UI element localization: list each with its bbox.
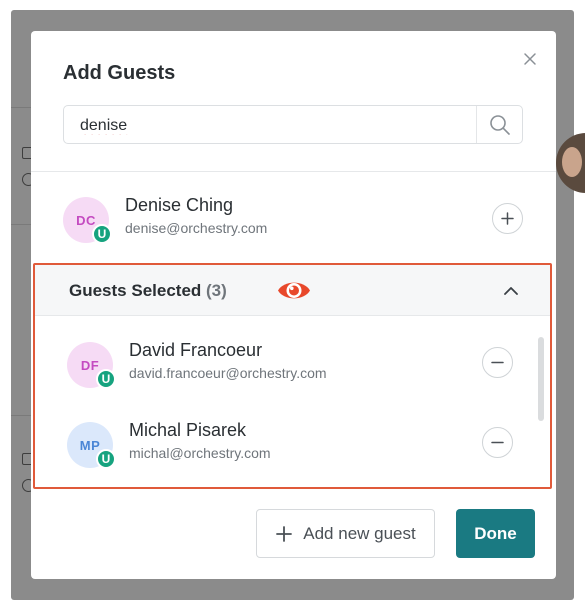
- background-divider: [11, 415, 31, 416]
- divider: [31, 171, 556, 172]
- guests-selected-count: (3): [206, 281, 227, 300]
- eye-icon: [278, 282, 310, 299]
- user-type-badge: U: [96, 449, 116, 469]
- guests-selected-header[interactable]: Guests Selected (3): [35, 265, 550, 316]
- guest-name: Michal Pisarek: [129, 420, 247, 440]
- selected-guest-item: MP U Michal Pisarek michal@orchestry.com: [35, 420, 550, 486]
- dialog-title: Add Guests: [63, 62, 176, 84]
- minus-icon: [491, 441, 504, 444]
- background-divider: [11, 224, 31, 225]
- search-input[interactable]: [80, 115, 460, 137]
- search-result-item: DC U Denise Ching denise@orchestry.com: [31, 195, 556, 261]
- remove-guest-button[interactable]: [482, 427, 513, 458]
- plus-icon: [276, 525, 293, 542]
- add-new-guest-button[interactable]: Add new guest: [256, 509, 435, 558]
- scrollbar[interactable]: [538, 337, 544, 421]
- search-box: [63, 105, 523, 144]
- guests-selected-title: Guests Selected (3): [69, 281, 227, 301]
- search-icon[interactable]: [488, 113, 512, 137]
- selected-guest-item: DF U David Francoeur david.francoeur@orc…: [35, 340, 550, 406]
- guests-selected-label: Guests Selected: [69, 281, 202, 300]
- chevron-up-icon[interactable]: [501, 281, 521, 301]
- done-button[interactable]: Done: [456, 509, 535, 558]
- search-divider: [476, 106, 477, 143]
- guests-selected-section: Guests Selected (3) DF U David Francoeur…: [33, 263, 552, 489]
- add-guests-dialog: Add Guests DC U Denise Ching denise@orch…: [31, 31, 556, 579]
- close-icon[interactable]: [522, 51, 538, 67]
- plus-icon: [501, 212, 514, 225]
- user-type-badge: U: [92, 224, 112, 244]
- add-guest-button[interactable]: [492, 203, 523, 234]
- guest-email: michal@orchestry.com: [129, 445, 271, 461]
- remove-guest-button[interactable]: [482, 347, 513, 378]
- minus-icon: [491, 361, 504, 364]
- guest-name: David Francoeur: [129, 340, 263, 360]
- add-new-guest-label: Add new guest: [303, 523, 416, 543]
- guest-email: denise@orchestry.com: [125, 220, 268, 236]
- user-type-badge: U: [96, 369, 116, 389]
- background-divider: [11, 107, 31, 108]
- guest-email: david.francoeur@orchestry.com: [129, 365, 327, 381]
- guest-name: Denise Ching: [125, 195, 234, 215]
